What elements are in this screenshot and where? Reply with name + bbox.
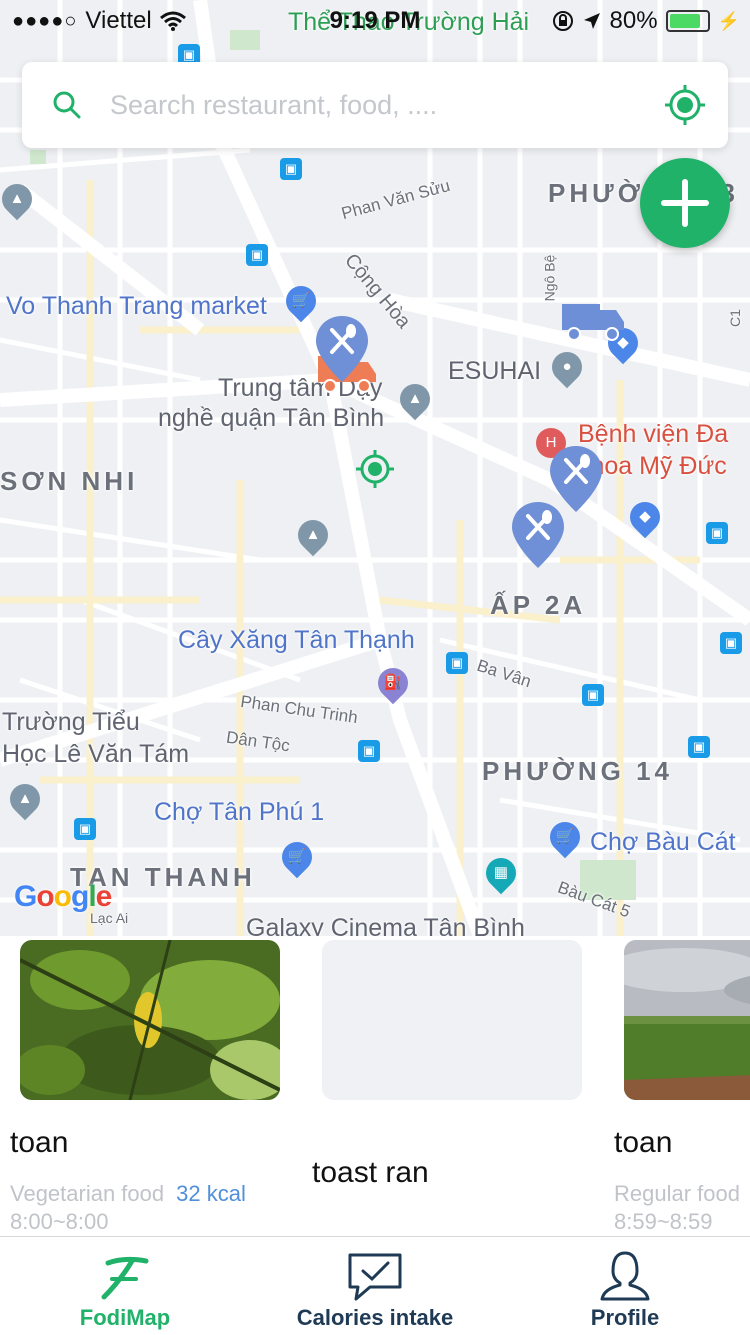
rotation-lock-icon [552,11,573,31]
restaurant-card[interactable]: toan Regular food 8:59~8:59 [614,936,750,1236]
shopping-cart-icon[interactable]: 🛒 [543,815,587,859]
map-label: SƠN NHI [0,466,139,496]
bus-stop-icon[interactable]: ▣ [446,652,468,674]
plus-icon [661,179,709,227]
my-location-button[interactable] [664,84,706,126]
restaurant-name: toan [10,1126,69,1159]
tab-label: Profile [590,1305,660,1330]
person-icon [600,1251,650,1301]
school-icon[interactable]: ▲ [393,377,437,421]
restaurant-kcal: 32 kcal [176,1181,246,1206]
bus-stop-icon[interactable]: ▣ [706,522,728,544]
bus-stop-icon[interactable]: ▣ [74,818,96,840]
status-bar: ●●●●○ Viettel 9:19 PM 80% ⚡ [0,0,750,40]
school-icon[interactable]: ▲ [3,777,47,821]
bus-stop-icon[interactable]: ▣ [358,740,380,762]
shopping-bag-icon[interactable]: ◆ [623,495,667,539]
map-label: Cây Xăng Tân Thạnh [178,626,415,654]
map-label: C1 [726,309,743,327]
location-arrow-icon [583,13,600,29]
restaurant-category: Vegetarian food [10,1181,165,1206]
map-label: PHƯỜNG 14 [482,756,674,786]
tab-label: Calories intake [296,1305,454,1330]
map-label: Ngô Bệ [541,254,558,302]
bus-stop-icon[interactable]: ▣ [280,158,302,180]
bus-stop-icon[interactable]: ▣ [246,244,268,266]
tab-fodimap[interactable]: FodiMap [0,1237,250,1335]
restaurant-photo-placeholder [322,940,582,1100]
google-logo: Google [14,880,112,913]
chat-check-icon [348,1253,402,1301]
current-location-icon [356,450,394,488]
tab-profile[interactable]: Profile [500,1237,750,1335]
shopping-cart-icon[interactable]: 🛒 [275,835,319,879]
school-icon[interactable]: ▲ [291,513,335,557]
tab-label: FodiMap [79,1305,171,1330]
restaurant-card[interactable]: toan Vegetarian food 32 kcal 8:00~8:00 [10,936,280,1236]
bus-stop-icon[interactable]: ▣ [688,736,710,758]
map-label: nghề quận Tân Bình [158,404,385,432]
place-icon[interactable]: ● [545,345,589,389]
restaurant-photo [20,940,280,1100]
restaurant-pin-icon[interactable] [510,500,566,570]
map-label: Chợ Tân Phú 1 [154,798,325,826]
fodimap-logo-icon [101,1256,149,1300]
bus-stop-icon[interactable]: ▣ [582,684,604,706]
map-label: Trường Tiểu [2,708,140,736]
bus-stop-icon[interactable]: ▣ [720,632,742,654]
battery-percent: 80% [609,7,658,34]
tab-calories-intake[interactable]: Calories intake [250,1237,500,1335]
map-label: ẤP 2A [490,590,587,620]
map-label: ESUHAI [448,357,542,385]
tab-bar: FodiMap Calories intake Profile [0,1236,750,1335]
restaurant-category: Regular food [614,1181,740,1206]
restaurant-card[interactable]: toast ran [312,936,582,1236]
restaurant-meta: Vegetarian food 32 kcal [10,1181,246,1207]
battery-icon [665,10,710,32]
map-label: Chợ Bàu Cát [590,828,736,856]
restaurant-photo [624,940,750,1100]
add-button[interactable] [640,158,730,248]
gas-station-icon[interactable]: ⛽ [371,661,415,705]
charging-icon: ⚡ [717,10,740,31]
delivery-truck-icon[interactable] [562,298,624,342]
restaurant-hours: 8:59~8:59 [614,1209,713,1234]
restaurant-pin-icon[interactable] [314,314,370,384]
search-bar [22,62,728,148]
cinema-icon[interactable]: ▦ [479,851,523,895]
restaurant-meta: Regular food [614,1181,740,1207]
restaurant-card-carousel[interactable]: toan Vegetarian food 32 kcal 8:00~8:00 to… [0,936,750,1236]
search-input[interactable] [108,82,652,128]
map-label: Học Lê Văn Tám [2,740,190,768]
search-icon [53,91,81,119]
restaurant-name: toast ran [312,1156,429,1189]
restaurant-hours: 8:00~8:00 [10,1209,109,1234]
map-label: Vo Thanh Trang market [6,292,267,320]
restaurant-name: toan [614,1126,673,1159]
map-label: Galaxy Cinema Tân Bình [246,914,525,936]
